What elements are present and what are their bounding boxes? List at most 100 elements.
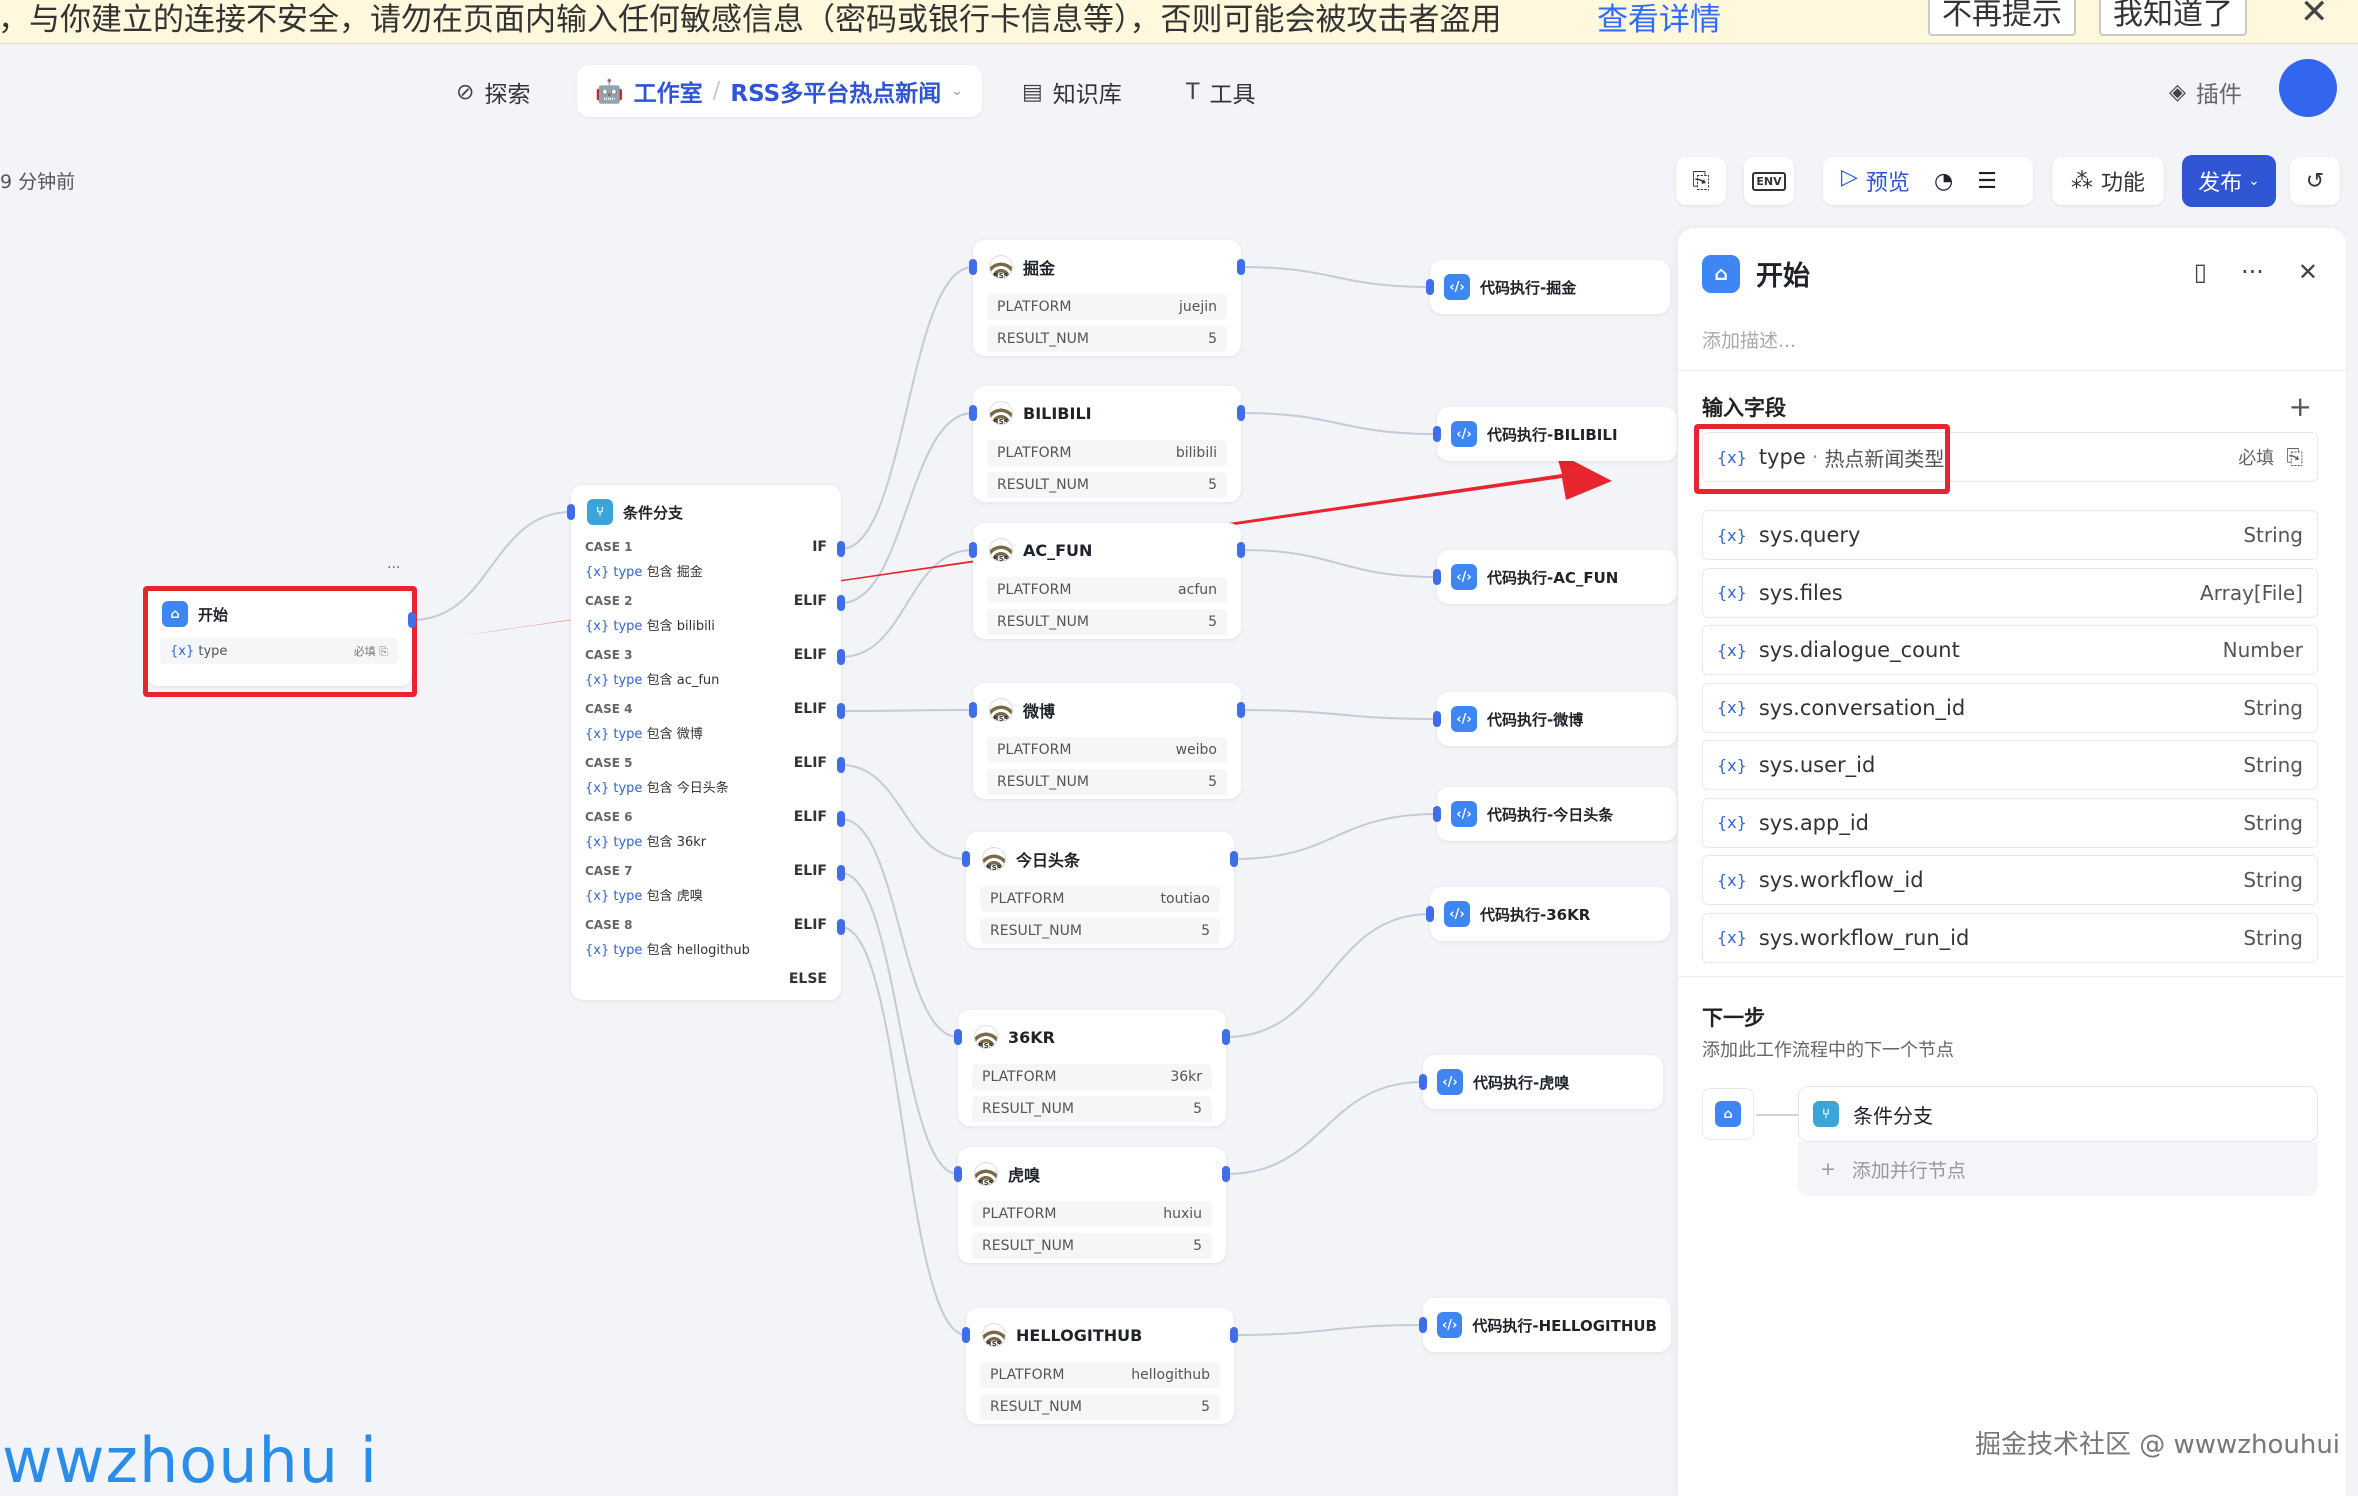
branch-case-port[interactable] [837, 919, 845, 935]
branch-case-condition[interactable]: {x} type 包含 hellogithub [585, 939, 827, 958]
nav-knowledge[interactable]: ▤ 知识库 [1022, 75, 1122, 109]
sys-field-row[interactable]: {x} sys.query String [1702, 510, 2318, 560]
platform-label: PLATFORM [997, 299, 1072, 315]
add-parallel-node-button[interactable]: + 添加并行节点 [1798, 1142, 2318, 1196]
rss-output-port[interactable] [1237, 405, 1245, 421]
rss-node[interactable]: RSS 36KR PLATFORM 36kr RESULT_NUM 5 [958, 1010, 1226, 1126]
rss-input-port[interactable] [969, 542, 977, 558]
branch-case-condition[interactable]: {x} type 包含 虎嗅 [585, 885, 827, 904]
code-exec-node[interactable]: ‹/› 代码执行-36KR [1430, 887, 1670, 941]
sys-field-row[interactable]: {x} sys.workflow_run_id String [1702, 912, 2318, 963]
sys-field-row[interactable]: {x} sys.user_id String [1702, 740, 2318, 790]
rss-output-port[interactable] [1230, 1327, 1238, 1343]
rss-output-port[interactable] [1237, 259, 1245, 275]
avatar[interactable] [2279, 59, 2337, 117]
preview-button[interactable]: ▷ 预览 [1841, 165, 1910, 197]
rss-output-port[interactable] [1237, 702, 1245, 718]
code-node-title: 代码执行-虎嗅 [1473, 1073, 1570, 1092]
branch-input-port[interactable] [567, 504, 575, 520]
publish-button[interactable]: 发布 ⌄ [2182, 155, 2276, 207]
rss-node[interactable]: RSS BILIBILI PLATFORM bilibili RESULT_NUM 5 [973, 386, 1241, 502]
banner-close-icon[interactable]: ✕ [2300, 0, 2329, 32]
rss-output-port[interactable] [1237, 542, 1245, 558]
nav-explore[interactable]: ⊘ 探索 [456, 75, 530, 109]
sys-field-row[interactable]: {x} sys.files Array[File] [1702, 567, 2318, 618]
copy-icon[interactable]: ⎘ [2286, 445, 2303, 470]
env-button[interactable]: ENV [1744, 157, 1794, 205]
code-exec-node[interactable]: ‹/› 代码执行-HELLOGITHUB [1423, 1298, 1671, 1352]
rss-node[interactable]: RSS HELLOGITHUB PLATFORM hellogithub RESULT_… [966, 1308, 1234, 1424]
code-exec-node[interactable]: ‹/› 代码执行-AC_FUN [1437, 550, 1677, 604]
rss-output-port[interactable] [1222, 1029, 1230, 1045]
branch-case-port[interactable] [837, 865, 845, 881]
branch-case-condition[interactable]: {x} type 包含 今日头条 [585, 777, 827, 796]
chevron-down-icon[interactable]: ⌄ [951, 83, 963, 99]
code-exec-node[interactable]: ‹/› 代码执行-BILIBILI [1437, 407, 1677, 461]
code-input-port[interactable] [1433, 711, 1441, 727]
code-input-port[interactable] [1433, 426, 1441, 442]
checklist-button[interactable]: ⎘ [1676, 157, 1726, 205]
sys-field-row[interactable]: {x} sys.conversation_id String [1702, 682, 2318, 733]
rss-node[interactable]: RSS 今日头条 PLATFORM toutiao RESULT_NUM 5 [966, 832, 1234, 948]
next-node-branch[interactable]: ⑂ 条件分支 [1798, 1086, 2318, 1142]
branch-case-condition[interactable]: {x} type 包含 掘金 [585, 561, 827, 580]
rss-node[interactable]: RSS 虎嗅 PLATFORM huxiu RESULT_NUM 5 [958, 1147, 1226, 1263]
rss-node[interactable]: RSS 微博 PLATFORM weibo RESULT_NUM 5 [973, 683, 1241, 799]
banner-details-link[interactable]: 查看详情 [1597, 0, 1721, 39]
book-open-icon[interactable]: ▯ [2194, 258, 2207, 286]
code-input-port[interactable] [1419, 1074, 1427, 1090]
branch-case-condition[interactable]: {x} type 包含 微博 [585, 723, 827, 742]
rss-node[interactable]: RSS 掘金 PLATFORM juejin RESULT_NUM 5 [973, 240, 1241, 356]
add-field-icon[interactable]: + [2289, 390, 2312, 423]
sys-field-row[interactable]: {x} sys.app_id String [1702, 797, 2318, 848]
code-input-port[interactable] [1433, 806, 1441, 822]
branch-case-port[interactable] [837, 541, 845, 557]
code-input-port[interactable] [1419, 1317, 1427, 1333]
project-name[interactable]: RSS多平台热点新闻 [730, 74, 941, 108]
got-it-button[interactable]: 我知道了 [2099, 0, 2247, 36]
rss-input-port[interactable] [962, 1327, 970, 1343]
code-exec-node[interactable]: ‹/› 代码执行-微博 [1437, 692, 1677, 746]
branch-case-condition[interactable]: {x} type 包含 bilibili [585, 615, 827, 634]
branch-case-condition[interactable]: {x} type 包含 ac_fun [585, 669, 827, 688]
more-icon[interactable]: ··· [2241, 258, 2264, 286]
rss-input-port[interactable] [969, 702, 977, 718]
condition-branch-node[interactable]: ⑂ 条件分支 CASE 1 IF {x} type 包含 掘金 CASE 2 ELIF {x… [571, 485, 841, 1000]
rss-input-port[interactable] [969, 259, 977, 275]
branch-case-port[interactable] [837, 703, 845, 719]
branch-case-condition[interactable]: {x} type 包含 36kr [585, 831, 827, 850]
rss-input-port[interactable] [969, 405, 977, 421]
branch-case-port[interactable] [837, 595, 845, 611]
start-output-port[interactable] [408, 612, 416, 628]
node-more-icon[interactable]: ··· [387, 560, 400, 576]
rss-output-port[interactable] [1230, 851, 1238, 867]
rss-input-port[interactable] [954, 1029, 962, 1045]
nav-plugins[interactable]: ◈ 插件 [2169, 75, 2242, 109]
version-history-button[interactable]: ↺ [2290, 157, 2340, 205]
sys-field-row[interactable]: {x} sys.dialogue_count Number [1702, 625, 2318, 675]
sys-field-row[interactable]: {x} sys.workflow_id String [1702, 855, 2318, 905]
list-icon[interactable]: ☰ [1977, 169, 1997, 194]
code-exec-node[interactable]: ‹/› 代码执行-虎嗅 [1423, 1055, 1663, 1109]
code-exec-node[interactable]: ‹/› 代码执行-今日头条 [1437, 787, 1677, 841]
rss-input-port[interactable] [954, 1166, 962, 1182]
code-exec-node[interactable]: ‹/› 代码执行-掘金 [1430, 260, 1670, 314]
nav-tools[interactable]: T 工具 [1186, 75, 1255, 109]
branch-case-port[interactable] [837, 757, 845, 773]
code-input-port[interactable] [1433, 569, 1441, 585]
features-button[interactable]: ⁂ 功能 [2052, 157, 2164, 205]
history-run-icon[interactable]: ◔ [1934, 169, 1953, 194]
code-input-port[interactable] [1426, 906, 1434, 922]
rss-output-port[interactable] [1222, 1166, 1230, 1182]
edges [411, 266, 1438, 1336]
branch-case-port[interactable] [837, 811, 845, 827]
branch-case-port[interactable] [837, 649, 845, 665]
code-input-port[interactable] [1426, 279, 1434, 295]
close-icon[interactable]: ✕ [2298, 258, 2318, 286]
platform-label: PLATFORM [997, 582, 1072, 598]
rss-node[interactable]: RSS AC_FUN PLATFORM acfun RESULT_NUM 5 [973, 523, 1241, 639]
description-input[interactable]: 添加描述... [1702, 326, 1796, 353]
no-remind-button[interactable]: 不再提示 [1928, 0, 2076, 36]
rss-input-port[interactable] [962, 851, 970, 867]
nav-studio[interactable]: 🤖 工作室 / RSS多平台热点新闻 ⌄ [577, 65, 982, 117]
